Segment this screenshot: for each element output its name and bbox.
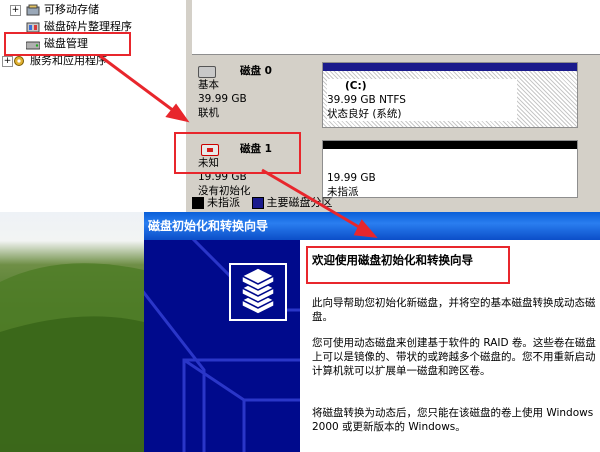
arrow-to-disk-1 — [99, 54, 179, 116]
arrow-to-wizard — [261, 168, 365, 232]
arrow-head — [353, 219, 378, 238]
annotation-arrows — [99, 54, 378, 238]
